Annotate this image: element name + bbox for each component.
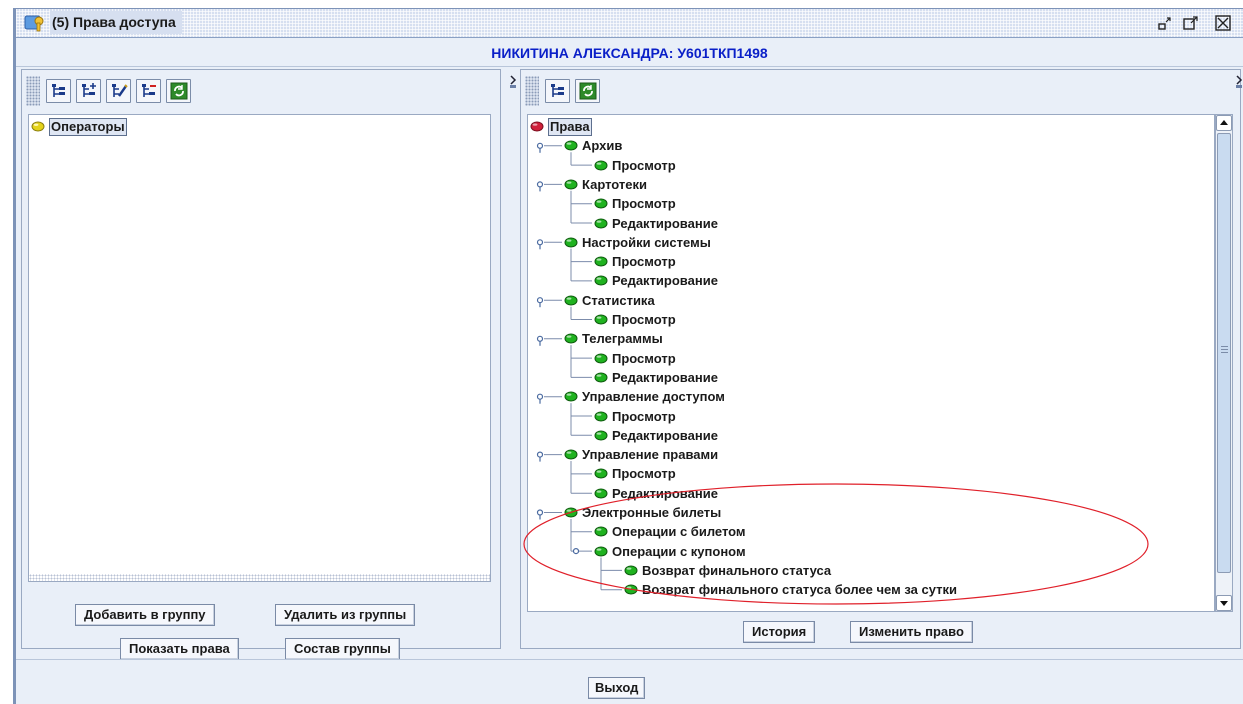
tree-node-label: Редактирование	[612, 215, 718, 231]
green-node-icon	[624, 584, 638, 595]
tree-node-label: Архив	[582, 138, 623, 154]
green-node-icon	[594, 160, 608, 171]
maximize-icon[interactable]	[1180, 12, 1202, 34]
tree-node-label: Управление правами	[582, 447, 719, 463]
tree-view-button[interactable]	[545, 79, 570, 103]
tree-node-label: Просмотр	[612, 350, 676, 366]
green-node-icon	[594, 353, 608, 364]
tree-icon	[551, 84, 564, 97]
vertical-scrollbar[interactable]	[1215, 114, 1233, 612]
footer-bar: Выход	[16, 659, 1243, 704]
edit-node-button[interactable]	[106, 79, 131, 103]
green-node-icon	[594, 256, 608, 267]
tree-node-label: Просмотр	[612, 312, 676, 327]
green-node-icon	[594, 314, 608, 325]
change-right-button[interactable]: Изменить право	[850, 621, 973, 643]
add-to-group-button[interactable]: Добавить в группу	[75, 604, 215, 626]
tree-node-label: Просмотр	[612, 196, 676, 212]
window-title: (5) Права доступа	[50, 11, 182, 34]
toolbar-grip[interactable]	[525, 76, 539, 106]
group-members-button[interactable]: Состав группы	[285, 638, 400, 660]
tree-node-label: Права	[548, 118, 592, 136]
green-node-icon	[564, 140, 578, 151]
close-icon[interactable]	[1212, 12, 1234, 34]
remove-node-button[interactable]	[136, 79, 161, 103]
scroll-up-button[interactable]	[1216, 115, 1232, 131]
operators-toolbar	[24, 72, 476, 110]
green-node-icon	[564, 333, 578, 344]
green-node-icon	[594, 526, 608, 537]
yellow-node-icon	[31, 121, 45, 132]
refresh-icon	[579, 82, 597, 100]
green-node-icon	[564, 449, 578, 460]
tree-node-label: Управление доступом	[582, 389, 725, 405]
green-node-icon	[594, 411, 608, 421]
history-button[interactable]: История	[743, 621, 816, 643]
tree-remove-icon	[142, 84, 156, 97]
tree-add-icon	[82, 83, 96, 97]
tree-node-label: Электронные билеты	[582, 505, 722, 520]
arrow-down-icon	[1220, 601, 1228, 606]
tree-node-label: Просмотр	[612, 408, 676, 424]
tree-node-label: Телеграммы	[582, 331, 663, 347]
green-node-icon	[594, 488, 608, 499]
key-icon	[24, 13, 46, 33]
refresh-button[interactable]	[575, 79, 600, 103]
tree-view-button[interactable]	[46, 79, 71, 103]
tree-node-label: Просмотр	[612, 254, 676, 270]
rights-panel: Права Архив Просмотр Картотеки Просмотр Редак…	[520, 69, 1243, 649]
operators-panel: Операторы Добавить в группу Удалить из г…	[21, 69, 517, 660]
remove-from-group-button[interactable]: Удалить из группы	[275, 604, 416, 626]
user-header: НИКИТИНА АЛЕКСАНДРА: У601ТКП1498	[16, 39, 1243, 67]
add-node-button[interactable]	[76, 79, 101, 103]
tree-node-label: Возврат финального статуса более чем за …	[642, 582, 957, 598]
green-node-icon	[564, 179, 578, 190]
toolbar-overflow-icon[interactable]	[1234, 74, 1243, 90]
toolbar-grip[interactable]	[26, 76, 40, 106]
tree-node-label: Возврат финального статуса	[642, 562, 832, 578]
tree-node-label: Картотеки	[582, 176, 647, 192]
red-node-icon	[530, 121, 544, 132]
green-node-icon	[594, 218, 608, 228]
scrollbar-thumb[interactable]	[1217, 133, 1231, 573]
operators-tree[interactable]: Операторы	[28, 114, 491, 582]
tree-edit-icon	[112, 84, 128, 97]
tree-node-label: Редактирование	[612, 427, 718, 443]
minimize-icon[interactable]	[1154, 12, 1176, 34]
green-node-icon	[594, 468, 608, 479]
green-node-icon	[594, 275, 608, 286]
tree-node-label: Просмотр	[612, 466, 676, 482]
tree-node-label: Редактирование	[612, 273, 718, 289]
green-node-icon	[594, 546, 608, 557]
green-node-icon	[564, 391, 578, 402]
tree-icon	[52, 84, 65, 97]
arrow-up-icon	[1220, 120, 1228, 125]
title-bar[interactable]: (5) Права доступа	[16, 9, 1243, 38]
refresh-button[interactable]	[166, 79, 191, 103]
access-rights-window: (5) Права доступа НИКИТИНА АЛЕКСАНДРА: У…	[13, 8, 1243, 704]
green-node-icon	[594, 198, 608, 209]
toolbar-overflow-icon[interactable]	[508, 74, 518, 90]
green-node-icon	[564, 237, 578, 248]
green-node-icon	[624, 565, 638, 576]
refresh-icon	[170, 82, 188, 100]
green-node-icon	[594, 430, 608, 441]
tree-node-label: Настройки системы	[582, 234, 711, 250]
tree-node-label: Редактирование	[612, 485, 718, 501]
tree-node-label: Операции с билетом	[612, 524, 746, 540]
show-rights-button[interactable]: Показать права	[120, 638, 239, 660]
green-node-icon	[564, 295, 578, 306]
tree-node-label: Редактирование	[612, 369, 718, 385]
green-node-icon	[564, 507, 578, 518]
scroll-down-button[interactable]	[1216, 595, 1232, 611]
green-node-icon	[594, 372, 608, 383]
rights-toolbar	[523, 72, 1216, 110]
tree-node-label: Операторы	[49, 118, 127, 136]
rights-tree[interactable]: Права Архив Просмотр Картотеки Просмотр Редак…	[527, 114, 1215, 612]
tree-node-label: Просмотр	[612, 157, 676, 173]
horizontal-scroll-track[interactable]	[29, 574, 490, 581]
tree-node-label: Статистика	[582, 292, 655, 308]
exit-button[interactable]: Выход	[588, 677, 646, 699]
tree-node-label: Операции с купоном	[612, 543, 746, 559]
